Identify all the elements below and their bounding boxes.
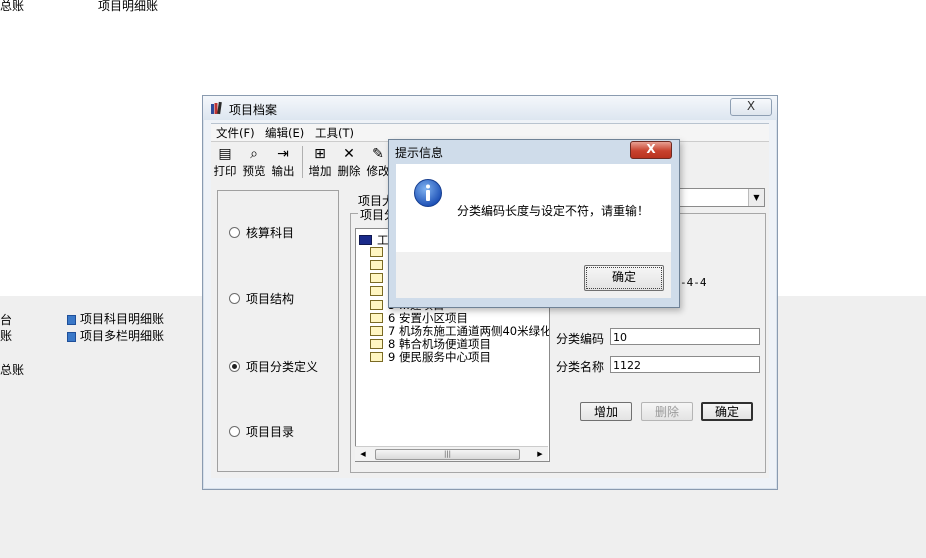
radio-project-catalog[interactable]: 项目目录 [229, 423, 294, 440]
preview-icon: ⌕ [250, 146, 258, 162]
folder-icon [370, 352, 383, 362]
toolbar-separator [302, 146, 303, 178]
radio-project-structure[interactable]: 项目结构 [229, 290, 294, 307]
folder-icon [359, 235, 372, 245]
folder-icon [370, 286, 383, 296]
printer-icon: ▤ [218, 146, 232, 162]
mode-radio-group: 核算科目 项目结构 项目分类定义 项目目录 [217, 190, 339, 472]
dialog-message: 分类编码长度与设定不符，请重输！ [457, 204, 650, 218]
info-icon [414, 179, 442, 207]
report-icon [67, 314, 76, 325]
scrollbar-thumb[interactable]: ||| [375, 449, 520, 460]
edit-icon: ✎ [372, 146, 384, 162]
category-code-input[interactable]: 10 [610, 328, 760, 345]
dialog-close-button[interactable]: X [630, 141, 672, 159]
bg-left-item[interactable]: 台 [0, 311, 12, 328]
radio-project-category-definition[interactable]: 项目分类定义 [229, 358, 318, 375]
tree-item[interactable]: 8 韩合机场便道项目 [370, 336, 491, 351]
radio-accounting-subject[interactable]: 核算科目 [229, 224, 294, 241]
tree-horizontal-scrollbar[interactable]: ◀ ||| ▶ [355, 446, 548, 461]
tree-item[interactable]: 6 安置小区项目 [370, 310, 468, 325]
tree-item[interactable]: 7 机场东施工通道两侧40米绿化I [370, 323, 549, 338]
category-name-label: 分类名称 [556, 360, 605, 374]
menu-file[interactable]: 文件(F) [216, 125, 255, 141]
bg-link-project-multicolumn-detail[interactable]: 项目多栏明细账 [67, 327, 164, 344]
tree-item[interactable] [370, 258, 388, 271]
folder-icon [370, 260, 383, 270]
report-icon [67, 331, 76, 342]
scroll-right-icon[interactable]: ▶ [534, 447, 546, 461]
category-confirm-button[interactable]: 确定 [701, 402, 753, 421]
folder-icon [370, 273, 383, 283]
books-icon [211, 101, 222, 115]
tree-item[interactable]: 9 便民服务中心项目 [370, 349, 491, 364]
window-titlebar[interactable]: 项目档案 X [203, 96, 777, 120]
tree-root[interactable]: 工 [359, 232, 389, 247]
add-button[interactable]: ⊞ 增加 [307, 144, 333, 180]
print-button[interactable]: ▤ 打印 [212, 144, 238, 180]
category-delete-button[interactable]: 删除 [641, 402, 693, 421]
bg-project-detail-label[interactable]: 项目明细账 [98, 0, 158, 14]
category-name-input[interactable]: 1122 [610, 356, 760, 373]
tree-item[interactable] [370, 284, 388, 297]
bg-link-project-subject-detail[interactable]: 项目科目明细账 [67, 310, 164, 327]
tree-item[interactable] [370, 245, 388, 258]
bg-left-item[interactable]: 账 [0, 327, 12, 344]
dialog-title: 提示信息 [395, 146, 444, 160]
menu-tools[interactable]: 工具(T) [315, 125, 354, 141]
window-title: 项目档案 [229, 103, 278, 117]
code-rule-text: -4-4 [680, 276, 707, 289]
category-code-label: 分类编码 [556, 332, 605, 346]
folder-icon [370, 300, 383, 310]
category-add-button[interactable]: 增加 [580, 402, 632, 421]
alert-dialog: 提示信息 X 分类编码长度与设定不符，请重输！ 确定 [388, 139, 680, 308]
menu-edit[interactable]: 编辑(E) [265, 125, 304, 141]
tree-item[interactable] [370, 271, 388, 284]
scroll-left-icon[interactable]: ◀ [357, 447, 369, 461]
bg-general-ledger-label[interactable]: 总账 [0, 0, 24, 14]
folder-icon [370, 313, 383, 323]
dropdown-arrow-icon[interactable]: ▼ [748, 189, 764, 206]
folder-icon [370, 339, 383, 349]
add-icon: ⊞ [314, 146, 326, 162]
delete-icon: ✕ [343, 146, 355, 162]
dialog-ok-button[interactable]: 确定 [584, 265, 664, 291]
folder-icon [370, 247, 383, 257]
folder-icon [370, 326, 383, 336]
export-button[interactable]: ⇥ 输出 [270, 144, 296, 180]
delete-button[interactable]: ✕ 删除 [336, 144, 362, 180]
export-icon: ⇥ [277, 146, 289, 162]
bg-left-item[interactable]: 总账 [0, 361, 24, 378]
project-major-select[interactable]: ▼ [679, 188, 765, 207]
window-close-button[interactable]: X [730, 98, 772, 116]
preview-button[interactable]: ⌕ 预览 [241, 144, 267, 180]
